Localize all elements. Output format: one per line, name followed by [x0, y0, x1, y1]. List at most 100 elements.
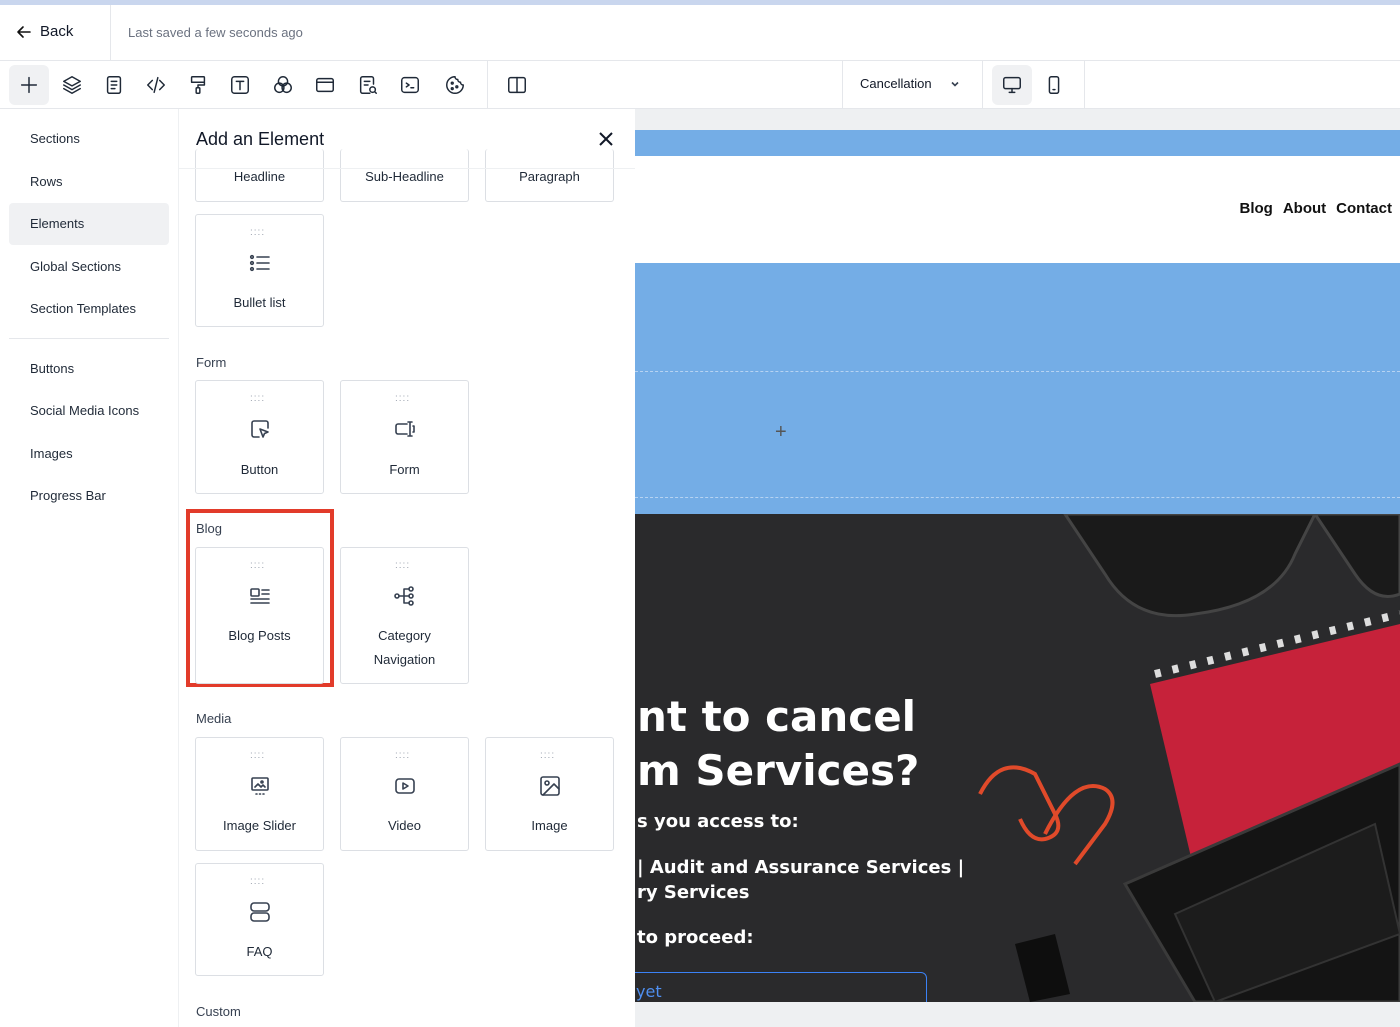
element-card-paragraph[interactable]: Paragraph	[485, 149, 614, 202]
add-element-panel: Add an Element Headline Sub-Headline Par…	[178, 109, 635, 1027]
card-label: Bullet list	[233, 295, 286, 310]
styles-button[interactable]	[178, 65, 218, 105]
menu-link-contact[interactable]: Contact	[1336, 200, 1392, 217]
element-card-faq[interactable]: :::: FAQ	[195, 863, 324, 976]
add-element-button[interactable]	[9, 65, 49, 105]
top-bar: Back Last saved a few seconds ago	[0, 5, 1400, 61]
sidebar-item-buttons[interactable]: Buttons	[9, 348, 169, 390]
site-header[interactable]: Blog About Contact	[635, 156, 1400, 263]
layers-icon	[63, 76, 81, 94]
element-card-headline[interactable]: Headline	[195, 149, 324, 202]
card-label: Image Slider	[223, 818, 296, 833]
drag-handle-icon: ::::	[250, 876, 266, 887]
element-card-category-navigation[interactable]: :::: Category Navigation	[340, 547, 469, 684]
divider	[982, 61, 983, 109]
code-button[interactable]	[136, 65, 176, 105]
page-settings-button[interactable]	[94, 65, 134, 105]
back-button[interactable]: Back	[16, 23, 73, 40]
tracking-code-button[interactable]	[390, 65, 430, 105]
header-section-bg	[635, 130, 1400, 156]
sidebar-item-sections[interactable]: Sections	[9, 118, 169, 160]
split-view-button[interactable]	[497, 65, 537, 105]
divider	[1084, 61, 1085, 109]
cookie-consent-button[interactable]	[435, 65, 475, 105]
element-card-form[interactable]: :::: Form	[340, 380, 469, 494]
desktop-view-button[interactable]	[992, 65, 1032, 105]
hero-text-line-4: | Audit and Assurance Services |	[637, 857, 965, 878]
cookie-icon	[446, 76, 464, 94]
typography-button[interactable]	[220, 65, 260, 105]
sidebar-item-images[interactable]: Images	[9, 433, 169, 475]
element-card-image-slider[interactable]: :::: Image Slider	[195, 737, 324, 851]
form-input-icon	[393, 417, 417, 441]
element-card-button[interactable]: :::: Button	[195, 380, 324, 494]
category-tree-icon	[393, 584, 417, 608]
drag-handle-icon: ::::	[250, 393, 266, 404]
element-card-video[interactable]: :::: Video	[340, 737, 469, 851]
row-boundary	[635, 371, 1400, 372]
menu-link-blog[interactable]: Blog	[1240, 200, 1273, 217]
divider	[110, 5, 111, 61]
image-icon	[538, 774, 562, 798]
sidebar-item-rows[interactable]: Rows	[9, 161, 169, 203]
group-label-blog: Blog	[196, 521, 223, 536]
drag-handle-icon: ::::	[250, 227, 266, 238]
card-label: Category	[378, 628, 431, 643]
arrow-left-icon	[17, 25, 31, 38]
layers-button[interactable]	[52, 65, 92, 105]
card-label: Blog Posts	[228, 628, 291, 643]
divider	[842, 61, 843, 109]
mobile-view-button[interactable]	[1034, 65, 1074, 105]
mobile-icon	[1048, 76, 1060, 94]
chevron-down-icon	[950, 81, 959, 87]
divider	[9, 338, 169, 339]
toolbar: Cancellation	[0, 61, 1400, 109]
card-label: FAQ	[246, 944, 273, 959]
divider	[487, 61, 488, 109]
popup-button[interactable]	[305, 65, 345, 105]
hero-headline-line-1: nt to cancel	[637, 692, 917, 741]
empty-section[interactable]	[635, 263, 1400, 514]
element-card-sub-headline[interactable]: Sub-Headline	[340, 149, 469, 202]
drag-handle-icon: ::::	[395, 393, 411, 404]
page-selector-dropdown[interactable]: Cancellation	[860, 76, 960, 91]
seo-button[interactable]	[348, 65, 388, 105]
group-label-media: Media	[196, 711, 232, 726]
hero-cta-label: yet	[636, 982, 662, 1001]
sidebar-item-global-sections[interactable]: Global Sections	[9, 246, 169, 288]
hero-cta-button[interactable]: yet	[635, 972, 927, 1002]
code-icon	[147, 76, 165, 94]
hero-text-line-3: s you access to:	[637, 811, 799, 832]
element-card-image[interactable]: :::: Image	[485, 737, 614, 851]
page-canvas: Blog About Contact + nt to cancel m Serv…	[635, 109, 1400, 1027]
drag-handle-icon: ::::	[540, 750, 556, 761]
element-card-blog-posts[interactable]: :::: Blog Posts	[195, 547, 324, 684]
colors-button[interactable]	[263, 65, 303, 105]
blog-posts-icon	[248, 584, 272, 608]
canvas-footer-gap	[635, 1002, 1400, 1027]
cursor-click-icon	[248, 417, 272, 441]
drag-handle-icon: ::::	[250, 750, 266, 761]
sidebar-item-section-templates[interactable]: Section Templates	[9, 288, 169, 330]
faq-icon	[248, 900, 272, 924]
add-element-plus-icon[interactable]: +	[775, 421, 787, 444]
menu-link-about[interactable]: About	[1283, 200, 1326, 217]
sidebar-item-progress-bar[interactable]: Progress Bar	[9, 475, 169, 517]
sidebar-item-elements[interactable]: Elements	[9, 203, 169, 245]
card-label: Image	[531, 818, 568, 833]
sidebar-item-social-media-icons[interactable]: Social Media Icons	[9, 390, 169, 432]
site-menu: Blog About Contact	[1240, 200, 1393, 217]
card-label: Form	[389, 462, 420, 477]
group-label-form: Form	[196, 355, 227, 370]
card-label: Button	[240, 462, 279, 477]
video-icon	[393, 774, 417, 798]
drag-handle-icon: ::::	[395, 560, 411, 571]
card-label: Video	[387, 818, 421, 833]
hero-section[interactable]: nt to cancel m Services? s you access to…	[635, 514, 1400, 1002]
page-icon	[106, 76, 122, 94]
element-card-bullet-list[interactable]: :::: Bullet list	[195, 214, 324, 327]
close-icon	[599, 132, 613, 146]
desktop-icon	[1003, 76, 1021, 94]
color-circles-icon	[274, 76, 292, 94]
close-panel-button[interactable]	[596, 129, 618, 151]
